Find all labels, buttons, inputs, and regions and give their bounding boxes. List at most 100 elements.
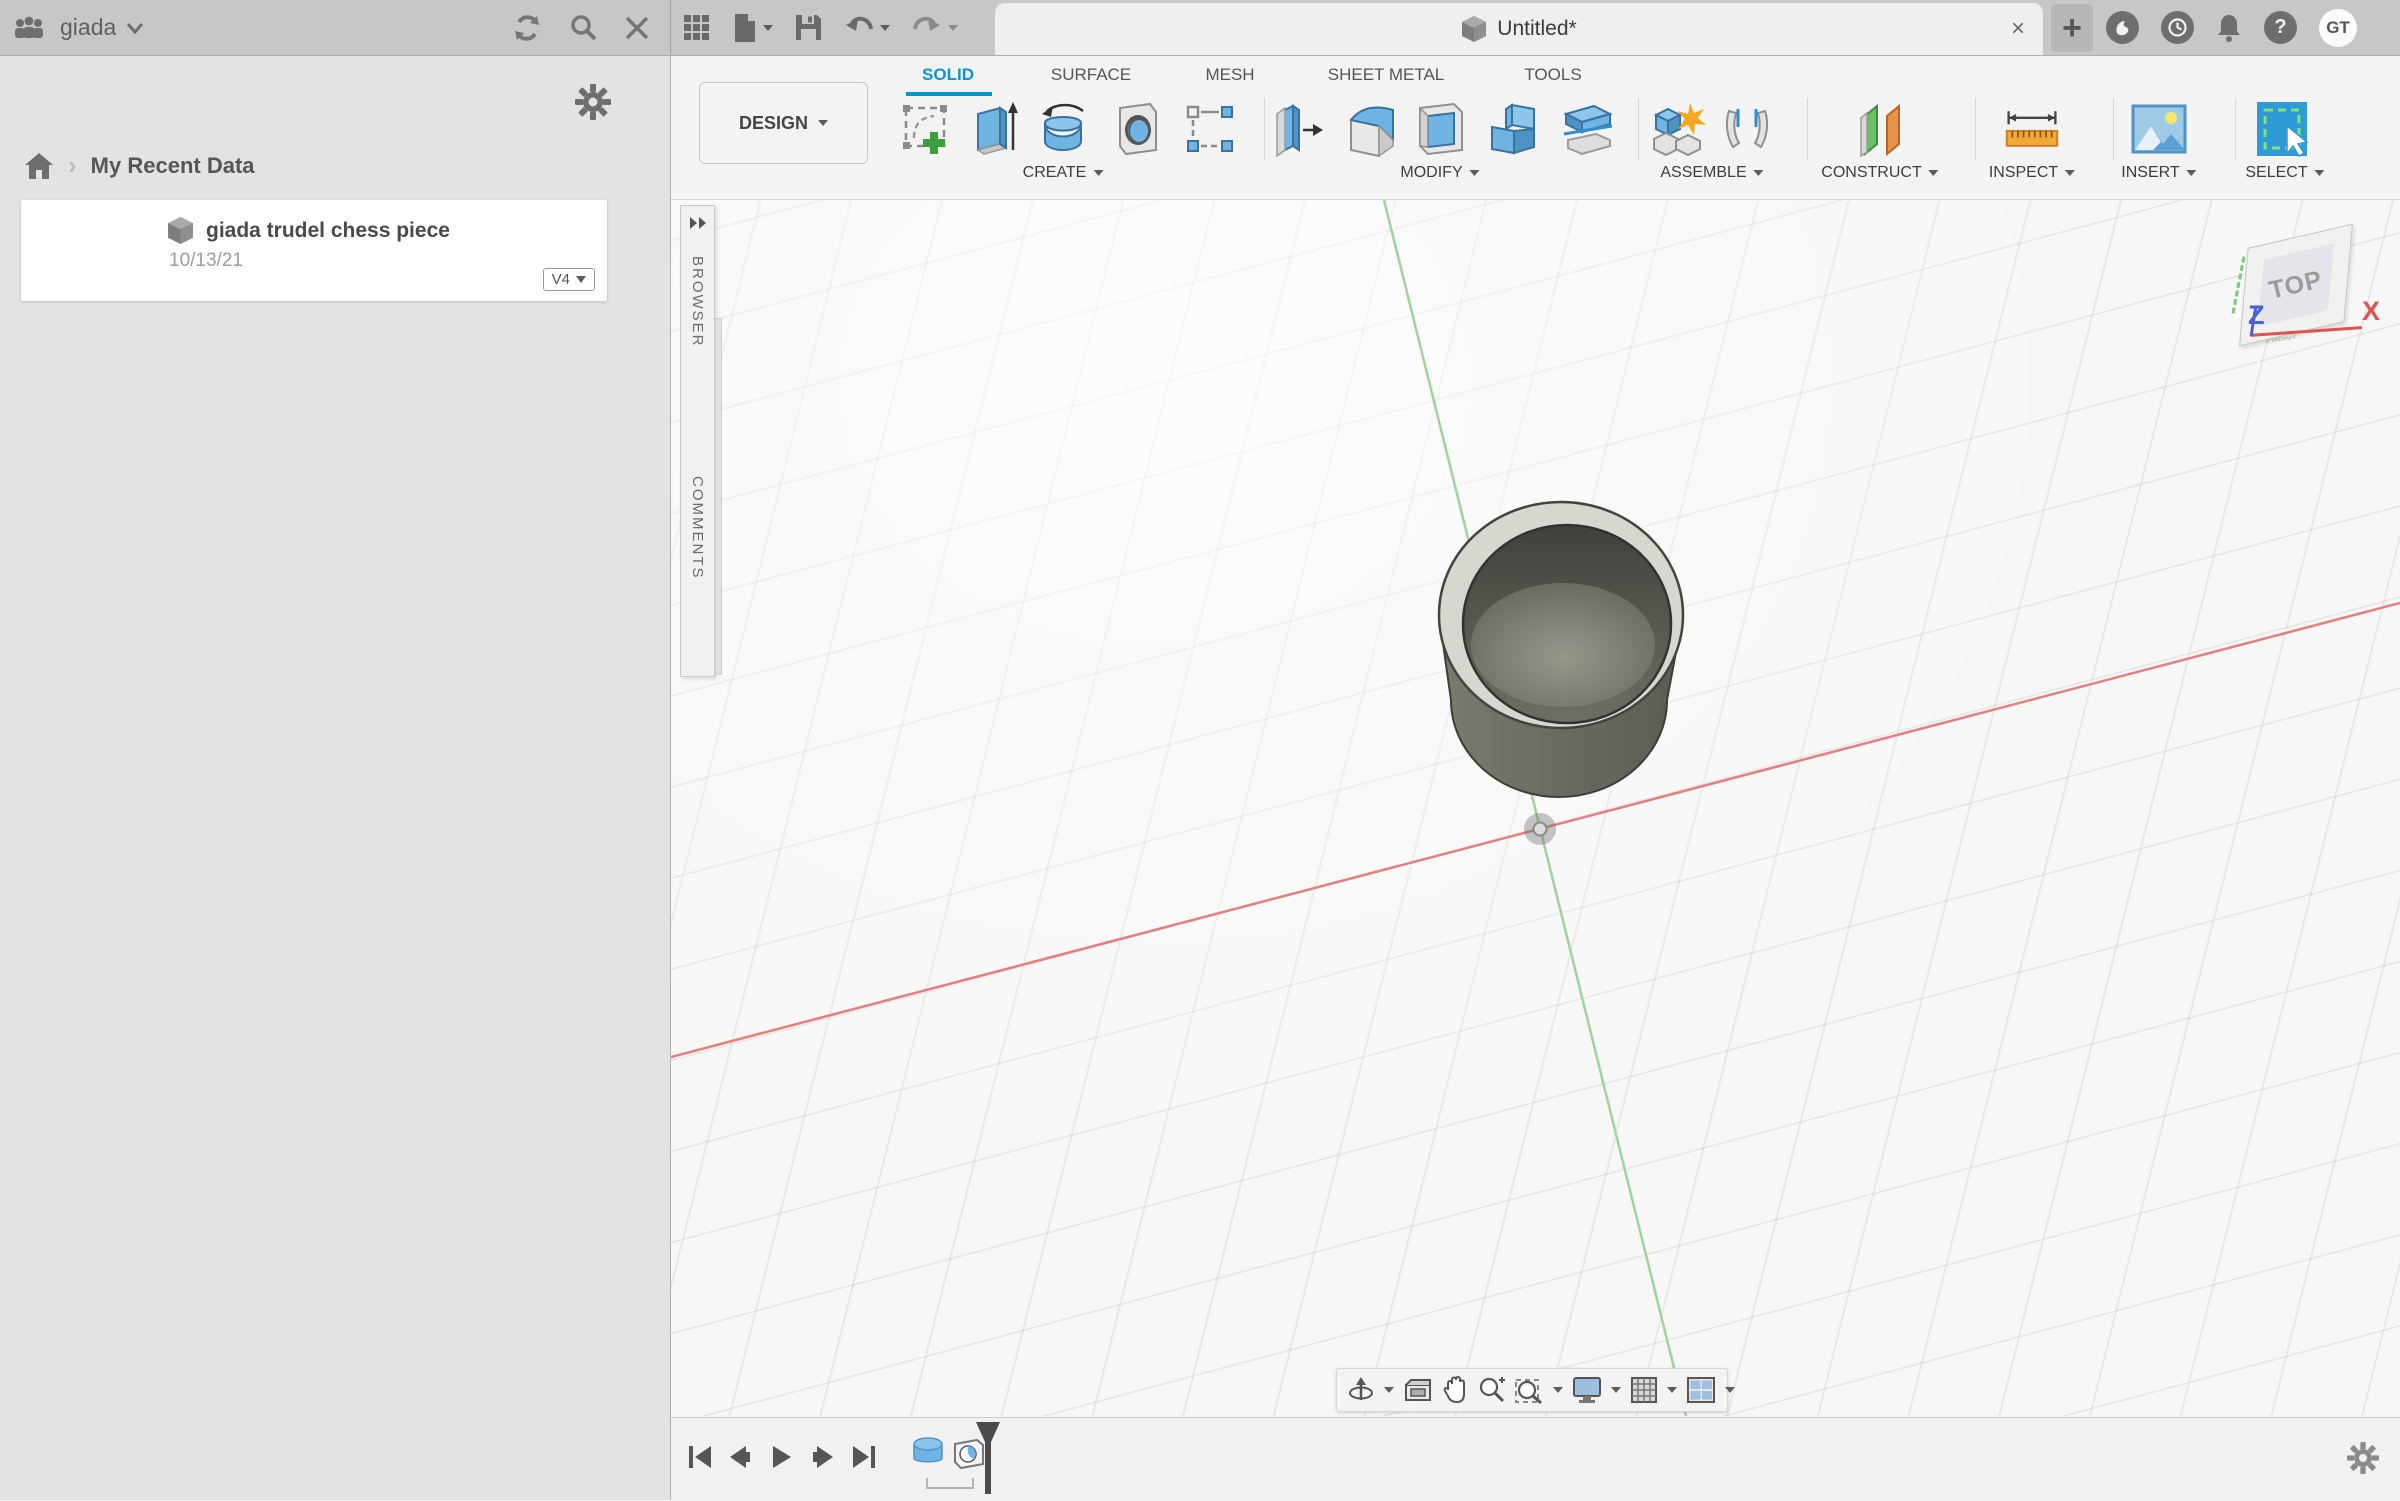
home-icon[interactable] — [24, 152, 54, 180]
people-icon — [15, 16, 43, 38]
redo-icon — [913, 16, 940, 31]
avatar[interactable]: GT — [2319, 8, 2357, 47]
group-inspect[interactable]: INSPECT — [1989, 164, 2076, 182]
redo-button[interactable] — [912, 15, 958, 41]
comments-tab[interactable]: COMMENTS — [689, 476, 706, 580]
extensions-icon[interactable] — [2106, 11, 2139, 44]
browser-tab[interactable]: BROWSER — [689, 256, 706, 348]
shell-icon[interactable] — [1412, 98, 1470, 160]
job-status-icon[interactable] — [2161, 11, 2194, 44]
tab-solid[interactable]: SOLID — [922, 60, 974, 90]
new-tab-button[interactable]: + — [2051, 4, 2093, 52]
combine-icon[interactable] — [1486, 98, 1544, 160]
file-icon — [735, 13, 755, 42]
navigation-bar — [1336, 1368, 1735, 1412]
timeline-feature-cylinder[interactable] — [911, 1436, 945, 1468]
fit-zoom-icon[interactable] — [1514, 1376, 1544, 1404]
recent-item-card[interactable]: giada trudel chess piece 10/13/21 V4 — [21, 200, 607, 301]
construct-plane-icon[interactable] — [1853, 98, 1911, 160]
step-forward-button[interactable] — [811, 1444, 837, 1470]
create-sketch-icon[interactable] — [898, 98, 956, 160]
refresh-icon[interactable] — [512, 13, 542, 43]
save-icon[interactable] — [795, 14, 822, 41]
play-button[interactable] — [769, 1444, 795, 1470]
expand-panel-icon[interactable] — [688, 216, 708, 230]
help-glyph: ? — [2274, 16, 2287, 38]
timeline-group-bracket — [926, 1478, 974, 1489]
file-menu[interactable] — [733, 13, 773, 43]
zoom-icon[interactable] — [1477, 1376, 1505, 1404]
look-at-icon[interactable] — [1403, 1377, 1433, 1403]
fit-dropdown[interactable] — [1553, 1387, 1563, 1393]
side-strip-scrollbar[interactable] — [715, 318, 722, 675]
viewport-canvas[interactable]: BROWSER COMMENTS TOP FRONT Z X — [671, 200, 2400, 1416]
chevron-down-icon[interactable] — [126, 22, 144, 34]
go-to-start-button[interactable] — [687, 1444, 713, 1470]
search-icon[interactable] — [568, 13, 598, 43]
item-title: giada trudel chess piece — [206, 218, 450, 242]
ribbon-toolbar: DESIGN SOLID SURFACE MESH SHEET METAL TO… — [671, 56, 2400, 200]
user-name[interactable]: giada — [60, 14, 116, 41]
group-insert[interactable]: INSERT — [2121, 164, 2197, 182]
document-cube-icon — [1462, 16, 1487, 42]
data-panel: › My Recent Data giada trudel chess piec… — [0, 56, 671, 1500]
new-component-icon[interactable] — [1649, 98, 1707, 160]
model-scene — [671, 200, 2400, 1416]
close-tab-icon[interactable]: × — [2011, 17, 2025, 41]
go-to-end-button[interactable] — [851, 1444, 877, 1470]
avatar-initials: GT — [2326, 17, 2350, 37]
timeline-bar — [671, 1417, 2400, 1501]
group-select[interactable]: SELECT — [2245, 164, 2325, 182]
version-label: V4 — [551, 271, 570, 288]
group-assemble[interactable]: ASSEMBLE — [1660, 164, 1764, 182]
origin-marker[interactable] — [1524, 813, 1556, 845]
group-construct[interactable]: CONSTRUCT — [1821, 164, 1939, 182]
pan-icon[interactable] — [1442, 1376, 1468, 1404]
tab-tools[interactable]: TOOLS — [1524, 60, 1581, 90]
timeline-position-marker[interactable] — [974, 1420, 1002, 1496]
tab-surface[interactable]: SURFACE — [1051, 60, 1131, 90]
tab-sheet-metal[interactable]: SHEET METAL — [1328, 60, 1445, 90]
revolve-icon[interactable] — [1036, 98, 1094, 160]
breadcrumb-separator: › — [68, 150, 77, 180]
panel-settings-gear-icon[interactable] — [575, 84, 611, 120]
viewcube[interactable]: TOP FRONT Z X — [2226, 223, 2400, 380]
version-dropdown[interactable]: V4 — [542, 268, 595, 291]
help-icon[interactable]: ? — [2264, 11, 2297, 44]
viewcube-top-label: TOP — [2266, 264, 2326, 305]
workspace-label: DESIGN — [738, 112, 808, 133]
step-back-button[interactable] — [726, 1444, 752, 1470]
measure-icon[interactable] — [2003, 98, 2061, 160]
item-date: 10/13/21 — [169, 250, 243, 271]
split-body-icon[interactable] — [1559, 98, 1617, 160]
close-panel-icon[interactable] — [624, 15, 650, 41]
tab-mesh[interactable]: MESH — [1205, 60, 1254, 90]
undo-button[interactable] — [844, 15, 890, 41]
app-launcher-icon[interactable] — [683, 14, 711, 42]
document-tab[interactable]: Untitled* × — [995, 3, 2043, 55]
side-panel-strip[interactable]: BROWSER COMMENTS — [680, 205, 715, 677]
grid-dropdown[interactable] — [1667, 1387, 1677, 1393]
orbit-dropdown[interactable] — [1384, 1387, 1394, 1393]
display-dropdown[interactable] — [1611, 1387, 1621, 1393]
display-settings-icon[interactable] — [1572, 1376, 1602, 1404]
workspace-dropdown[interactable]: DESIGN — [699, 82, 868, 164]
grid-snaps-icon[interactable] — [1630, 1376, 1658, 1404]
fillet-icon[interactable] — [1343, 98, 1401, 160]
timeline-settings-gear-icon[interactable] — [2347, 1442, 2379, 1474]
cylinder-model[interactable] — [1437, 500, 1685, 798]
press-pull-icon[interactable] — [1272, 98, 1330, 160]
insert-canvas-icon[interactable] — [2130, 98, 2188, 160]
group-create[interactable]: CREATE — [1023, 164, 1104, 182]
breadcrumb-label[interactable]: My Recent Data — [91, 153, 255, 179]
rectangular-pattern-icon[interactable] — [1181, 98, 1239, 160]
notifications-bell-icon[interactable] — [2216, 13, 2242, 43]
hole-icon[interactable] — [1109, 98, 1167, 160]
group-modify[interactable]: MODIFY — [1400, 164, 1480, 182]
joint-icon[interactable] — [1718, 98, 1776, 160]
viewports-dropdown[interactable] — [1725, 1387, 1735, 1393]
extrude-icon[interactable] — [967, 98, 1025, 160]
select-icon[interactable] — [2253, 98, 2311, 160]
orbit-icon[interactable] — [1347, 1376, 1375, 1404]
viewports-icon[interactable] — [1686, 1376, 1716, 1404]
